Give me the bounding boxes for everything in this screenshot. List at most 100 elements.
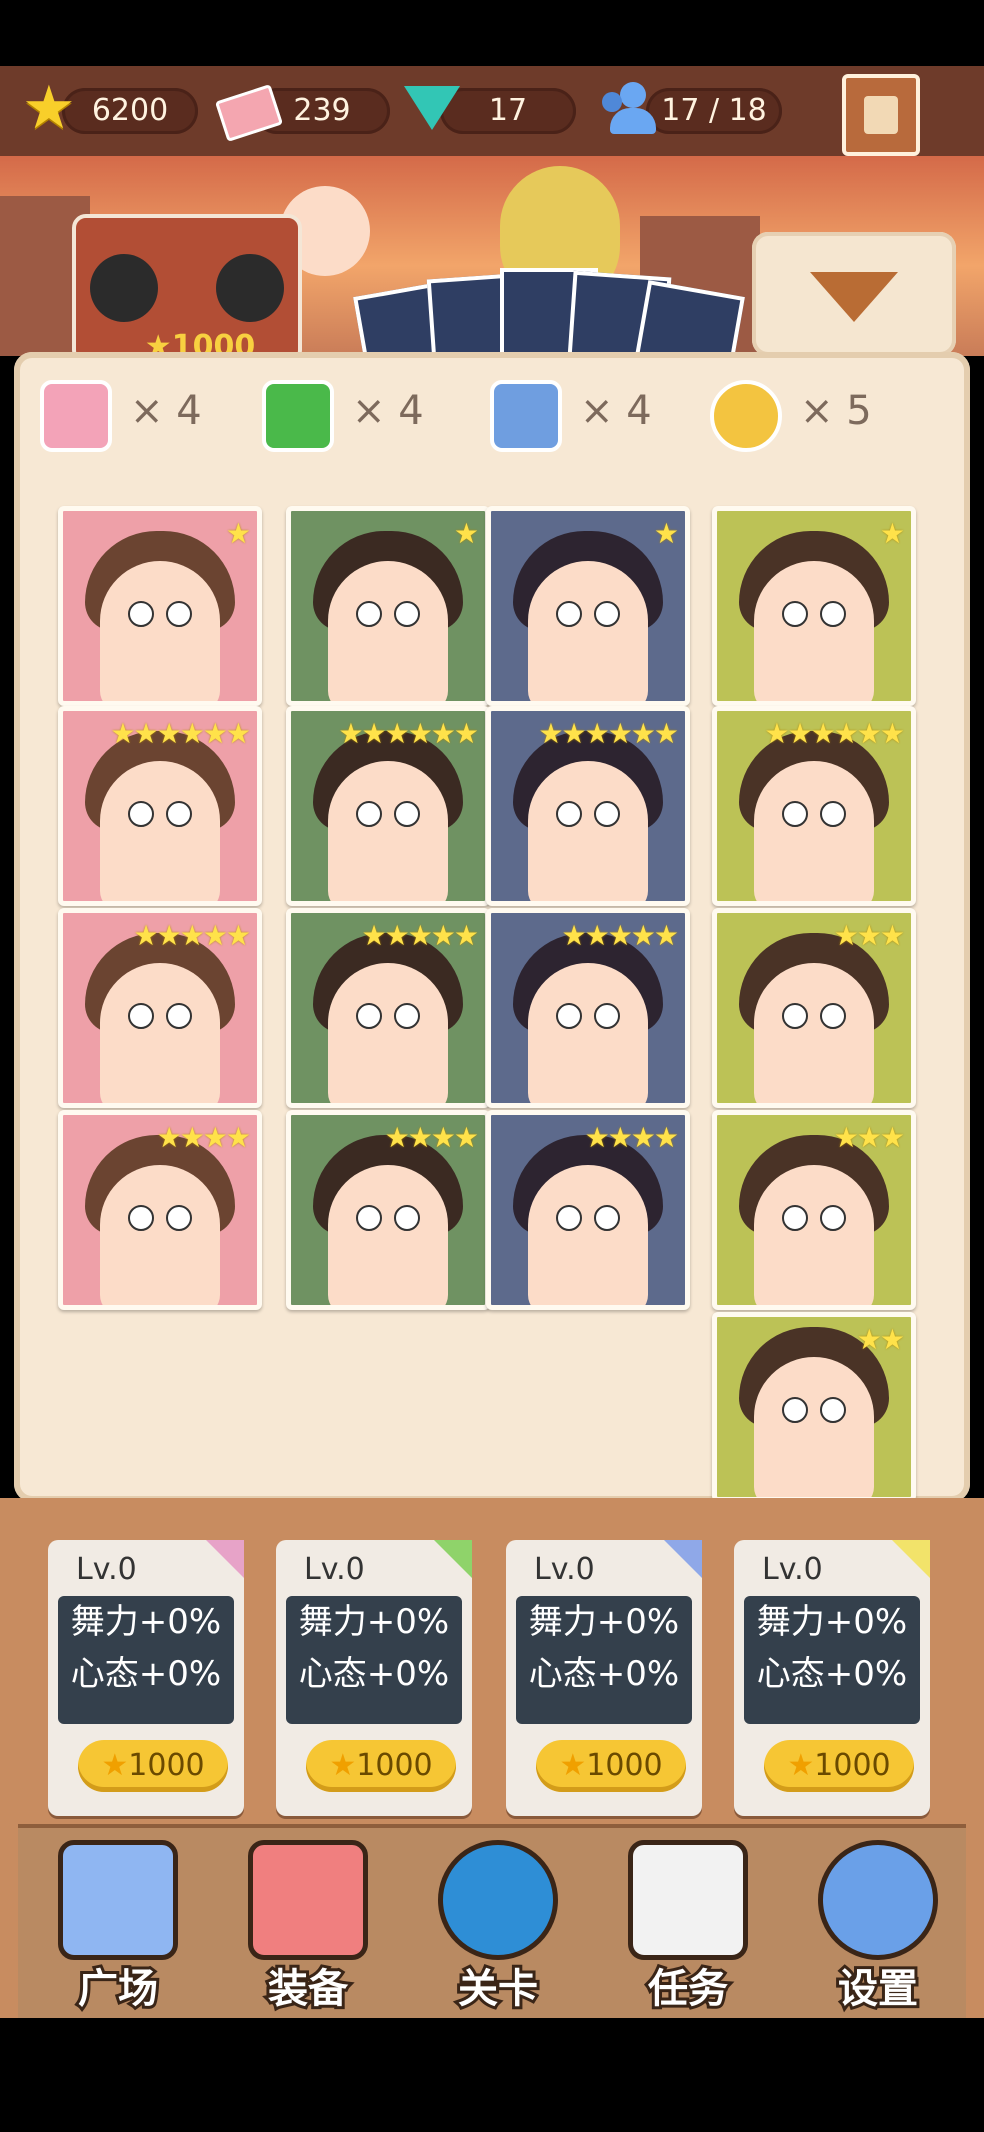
dance-power-stat: 舞力+0%	[528, 1602, 680, 1642]
dancer-portrait	[328, 761, 448, 901]
eye-icon	[128, 1205, 154, 1231]
upgrade-card: Lv.0 舞力+0% 心态+0% ★1000	[48, 1540, 244, 1816]
eye-icon	[128, 801, 154, 827]
item-count: × 5	[800, 388, 872, 434]
eye-icon	[356, 801, 382, 827]
dancer-card[interactable]: ★★	[712, 1312, 916, 1502]
dancer-card[interactable]: ★★★★★	[486, 908, 690, 1108]
eye-icon	[594, 601, 620, 627]
mindset-stat: 心态+0%	[70, 1654, 222, 1694]
stat-board: 舞力+0% 心态+0%	[58, 1596, 234, 1724]
dance-power-stat: 舞力+0%	[756, 1602, 908, 1642]
dancer-card[interactable]: ★★★★★	[58, 908, 262, 1108]
dancer-card[interactable]: ★★★★	[58, 1110, 262, 1310]
item-slot[interactable]: × 4	[490, 376, 690, 456]
eye-icon	[166, 1003, 192, 1029]
upgrade-button[interactable]: ★1000	[306, 1740, 456, 1792]
star-icon: ★	[22, 73, 76, 143]
dancer-portrait	[528, 963, 648, 1103]
rarity-corner	[206, 1540, 244, 1578]
star-rating: ★	[879, 517, 905, 550]
upgrade-cost: 1000	[356, 1748, 433, 1783]
dancer-card[interactable]: ★★★	[712, 1110, 916, 1310]
dancer-portrait	[754, 1165, 874, 1305]
dancer-card[interactable]: ★	[486, 506, 690, 706]
nav-equipment-fan[interactable]: 装备	[210, 1830, 406, 2020]
upgrade-card: Lv.0 舞力+0% 心态+0% ★1000	[734, 1540, 930, 1816]
star-rating: ★★	[856, 1323, 905, 1356]
stat-board: 舞力+0% 心态+0%	[286, 1596, 462, 1724]
item-slot[interactable]: × 4	[40, 376, 240, 456]
dancer-card[interactable]: ★★★★★★	[486, 706, 690, 906]
gem-currency: 17	[400, 78, 576, 142]
cost-star-icon: ★	[329, 1748, 357, 1783]
item-count: × 4	[352, 388, 424, 434]
eye-icon	[394, 601, 420, 627]
eye-icon	[820, 1397, 846, 1423]
dancer-portrait	[100, 561, 220, 701]
nav-globe-level[interactable]: 关卡	[400, 1830, 596, 2020]
eye-icon	[820, 1205, 846, 1231]
collapse-toggle-button[interactable]	[752, 232, 956, 356]
eye-icon	[128, 601, 154, 627]
cash-currency: 239	[214, 78, 390, 142]
dancer-portrait	[528, 561, 648, 701]
upgrade-cost: 1000	[128, 1748, 205, 1783]
dancer-portrait	[100, 963, 220, 1103]
item-slot[interactable]: × 4	[262, 376, 462, 456]
dancer-card[interactable]: ★★★★★★	[712, 706, 916, 906]
eye-icon	[166, 1205, 192, 1231]
dancer-card[interactable]: ★★★★	[286, 1110, 490, 1310]
eye-icon	[782, 1003, 808, 1029]
dancer-portrait	[528, 1165, 648, 1305]
dancer-card[interactable]: ★★★★★★	[286, 706, 490, 906]
upgrade-button[interactable]: ★1000	[536, 1740, 686, 1792]
upgrade-button[interactable]: ★1000	[78, 1740, 228, 1792]
star-rating: ★★★★★	[361, 919, 479, 952]
dancer-card[interactable]: ★★★	[712, 908, 916, 1108]
yin-yang-icon	[710, 380, 782, 452]
mindset-stat: 心态+0%	[298, 1654, 450, 1694]
nav-plaza-buildings[interactable]: 广场	[20, 1830, 216, 2020]
green-ribbon-icon	[262, 380, 334, 452]
dancer-card[interactable]: ★	[712, 506, 916, 706]
nav-task-clipboard[interactable]: 任务	[590, 1830, 786, 2020]
dancer-portrait	[328, 963, 448, 1103]
dancer-card[interactable]: ★	[58, 506, 262, 706]
eye-icon	[166, 601, 192, 627]
star-count: 6200	[91, 93, 169, 128]
plaza-buildings-icon	[58, 1840, 178, 1960]
dancer-portrait	[100, 1165, 220, 1305]
speaker-right-icon	[216, 254, 284, 322]
star-rating: ★★★★★★	[538, 717, 679, 750]
eye-icon	[356, 1003, 382, 1029]
upgrade-button[interactable]: ★1000	[764, 1740, 914, 1792]
nav-settings-gear[interactable]: 设置	[780, 1830, 976, 2020]
dancer-portrait	[754, 963, 874, 1103]
task-clipboard-icon	[628, 1840, 748, 1960]
eye-icon	[356, 601, 382, 627]
dancer-count: 17 / 18	[661, 93, 767, 128]
dancer-card[interactable]: ★★★★★	[286, 908, 490, 1108]
dancer-card[interactable]: ★	[286, 506, 490, 706]
star-rating: ★★★★★★	[338, 717, 479, 750]
dancer-card[interactable]: ★★★★	[486, 1110, 690, 1310]
item-slot[interactable]: × 5	[710, 376, 910, 456]
pink-fan-icon	[40, 380, 112, 452]
album-book-button[interactable]	[842, 74, 920, 156]
upgrade-cost: 1000	[814, 1748, 891, 1783]
book-icon	[864, 96, 898, 134]
upgrade-level: Lv.0	[76, 1552, 137, 1587]
eye-icon	[594, 1205, 620, 1231]
boombox-radio[interactable]: ★1000	[72, 214, 302, 364]
cost-star-icon: ★	[787, 1748, 815, 1783]
eye-icon	[356, 1205, 382, 1231]
dancer-card[interactable]: ★★★★★★	[58, 706, 262, 906]
dancer-portrait	[754, 1357, 874, 1497]
star-currency: 6200 ★	[22, 78, 198, 142]
star-rating: ★★★★★★	[764, 717, 905, 750]
settings-gear-icon	[818, 1840, 938, 1960]
dance-power-stat: 舞力+0%	[298, 1602, 450, 1642]
eye-icon	[556, 1205, 582, 1231]
upgrade-card: Lv.0 舞力+0% 心态+0% ★1000	[276, 1540, 472, 1816]
